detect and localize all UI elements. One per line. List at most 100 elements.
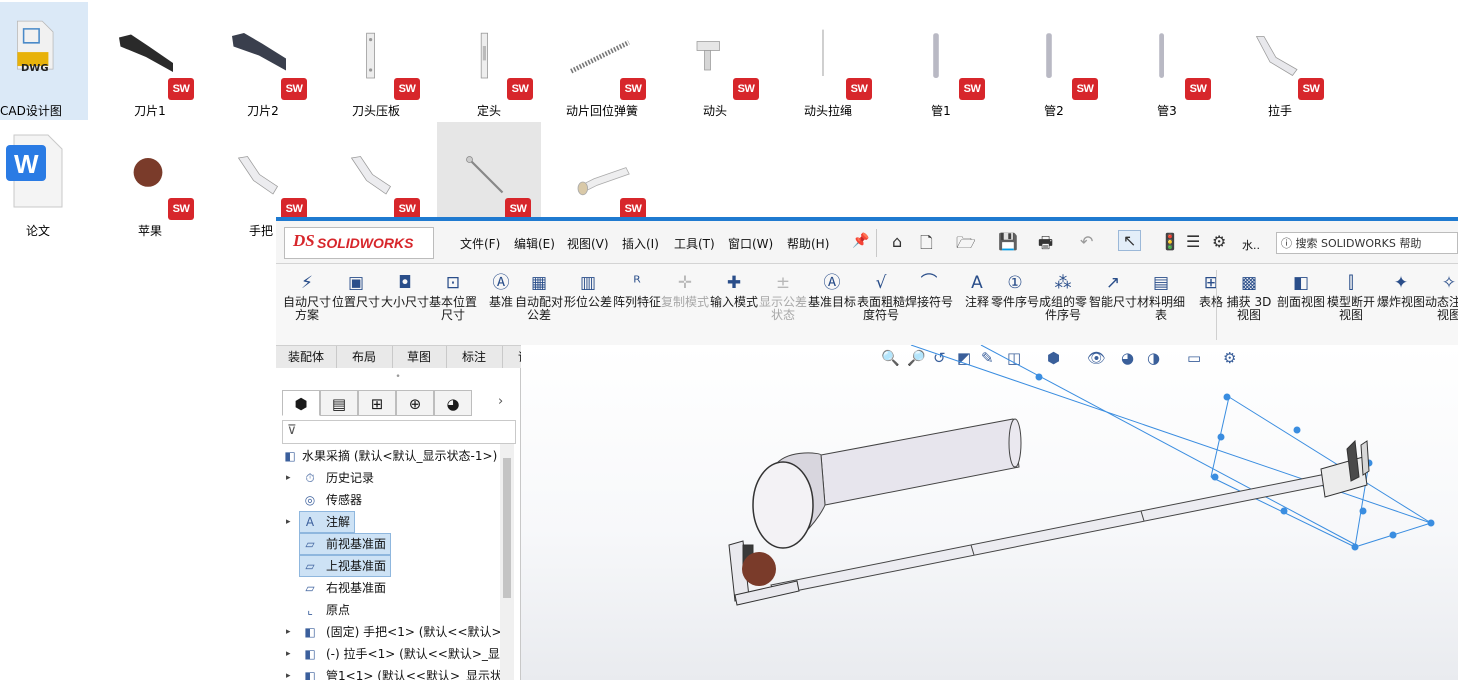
tool-dynamic-annotation-view[interactable]: ✧动态注解视图: [1424, 272, 1458, 321]
solidworks-badge-icon: SW: [168, 78, 194, 100]
tab-3[interactable]: 标注: [446, 346, 503, 368]
solidworks-logo[interactable]: DS SOLIDWORKS: [284, 227, 434, 259]
graphics-viewport[interactable]: 🔍 🔎 ↺ ◩ ✎ ◫ ⬢ 👁 ◕ ◑ ▭ ⚙: [521, 345, 1458, 680]
file-label: 拉手: [1267, 104, 1292, 118]
capture-3d-view-icon: ▩: [1240, 273, 1258, 293]
featuremanager-tab-icon[interactable]: ⬢: [282, 390, 320, 416]
desktop-file-tube3[interactable]: SW 管3: [1117, 2, 1217, 120]
menu-tools[interactable]: 工具(T): [674, 235, 715, 252]
funnel-part[interactable]: [752, 418, 1022, 549]
desktop-file-tube2[interactable]: SW 管2: [1004, 2, 1104, 120]
tool-balloon[interactable]: ① 零件序号: [990, 272, 1040, 309]
configuration-manager-tab-icon[interactable]: ⊞: [358, 390, 396, 416]
print-icon[interactable]: 🖶: [1038, 232, 1053, 259]
desktop-file-blade1[interactable]: SW 刀片1: [100, 2, 200, 120]
file-label: 管3: [1157, 104, 1177, 118]
tool-stacked-balloon[interactable]: ⁂ 成组的零件序号: [1038, 272, 1088, 321]
tool-label: 材料明细表: [1136, 295, 1185, 322]
desktop-file-rope[interactable]: SW 动头拉绳: [778, 2, 878, 120]
menu-insert[interactable]: 插入(I): [622, 235, 659, 252]
dimxpert-manager-tab-icon[interactable]: ⊕: [396, 390, 434, 416]
open-file-icon[interactable]: 🗁: [956, 232, 976, 259]
options-gear-icon[interactable]: ⚙: [1212, 232, 1226, 251]
tool-size-dimension[interactable]: ◘ 大小尺寸: [380, 272, 430, 309]
expand-arrow-icon[interactable]: ▸: [286, 622, 291, 642]
pin-icon[interactable]: 📌: [852, 233, 869, 249]
select-arrow-icon[interactable]: ↖: [1118, 230, 1142, 251]
tree-node-label: (固定) 手把<1> (默认<<默认>_: [326, 625, 508, 639]
tool-capture-3d-view[interactable]: ▩ 捕获 3D 视图: [1224, 272, 1274, 321]
desktop-file-blade2[interactable]: SW 刀片2: [213, 2, 313, 120]
expand-arrow-icon[interactable]: ▸: [286, 468, 291, 488]
tool-smart-dimension[interactable]: ↗ 智能尺寸: [1088, 272, 1138, 309]
tool-geometric-tolerance[interactable]: ▥ 形位公差: [563, 272, 613, 309]
tree-filter-input[interactable]: ⊽: [282, 420, 516, 444]
panel-grip-icon[interactable]: •: [276, 368, 520, 386]
part-thumbnail-icon: [366, 32, 375, 79]
desktop-file-tube1[interactable]: SW 管1: [891, 2, 991, 120]
chevron-right-icon[interactable]: ›: [498, 394, 503, 409]
tool-label: 表面粗糙度符号: [856, 295, 905, 322]
tool-show-tolerance-status[interactable]: ± 显示公差状态: [758, 272, 808, 321]
tool-section-view[interactable]: ◧ 剖面视图: [1276, 272, 1326, 309]
tree-vertical-scrollbar[interactable]: [500, 444, 514, 680]
desktop-file-cad[interactable]: CAD设计图 DWG: [0, 2, 88, 120]
tool-auto-dimension[interactable]: ⚡ 自动尺寸方案: [282, 272, 332, 321]
desktop-file-apple[interactable]: SW 苹果: [100, 122, 200, 240]
desktop-file-fixed-head[interactable]: SW 定头: [439, 2, 539, 120]
tool-import-scheme[interactable]: ✚ 输入模式: [709, 272, 759, 309]
section-view-icon: ◧: [1292, 273, 1310, 293]
home-icon[interactable]: ⌂: [892, 232, 902, 251]
tool-pattern-feature[interactable]: ᴿ 阵列特征: [612, 272, 662, 309]
tool-weld-symbol[interactable]: ⌒ 焊接符号: [904, 272, 954, 309]
tool-surface-finish[interactable]: √ 表面粗糙度符号: [856, 272, 906, 321]
assembly-model[interactable]: [521, 345, 1458, 680]
file-label: 刀头压板: [351, 104, 400, 118]
desktop-file-thesis[interactable]: W 论文: [0, 122, 88, 240]
tree-node-label: 历史记录: [326, 471, 375, 485]
new-file-icon[interactable]: 🗋: [920, 232, 933, 259]
tool-model-break-view[interactable]: ⫿ 模型断开视图: [1326, 272, 1376, 321]
solidworks-badge-icon: SW: [733, 78, 759, 100]
tab-1[interactable]: 布局: [336, 346, 393, 368]
tool-bom[interactable]: ▤ 材料明细表: [1136, 272, 1186, 321]
tool-location-dimension[interactable]: ▣ 位置尺寸: [331, 272, 381, 309]
part-thumbnail-icon: [822, 29, 824, 76]
desktop-file-pull-handle[interactable]: SW 拉手: [1230, 2, 1330, 120]
tab-0[interactable]: 装配体: [276, 346, 337, 368]
undo-icon[interactable]: ↶: [1080, 232, 1093, 251]
desktop-file-blade-plate[interactable]: SW 刀头压板: [326, 2, 426, 120]
tool-label: 基本位置尺寸: [428, 295, 477, 322]
tool-basic-location[interactable]: ⊡ 基本位置尺寸: [428, 272, 478, 321]
tab-2[interactable]: 草图: [392, 346, 447, 368]
tool-exploded-view[interactable]: ✦ 爆炸视图: [1376, 272, 1426, 309]
menu-window[interactable]: 窗口(W): [728, 235, 773, 252]
menu-help[interactable]: 帮助(H): [787, 235, 829, 252]
command-manager: ⚡ 自动尺寸方案 ▣ 位置尺寸 ◘ 大小尺寸 ⊡ 基本位置尺寸 Ⓐ 基准 ▦ 自动配对公差 ▥ 形位公差 ᴿ…: [276, 264, 1458, 345]
show-tolerance-status-icon: ±: [775, 273, 791, 293]
part-thumbnail-icon: [570, 40, 630, 74]
desktop-file-moving-head[interactable]: SW 动头: [665, 2, 765, 120]
tool-copy-scheme[interactable]: ✛ 复制模式: [660, 272, 710, 309]
menu-edit[interactable]: 编辑(E): [514, 235, 555, 252]
cutter-head-part[interactable]: [1320, 439, 1370, 498]
part-thumbnail-icon: [933, 33, 939, 78]
save-icon[interactable]: 💾: [998, 232, 1018, 251]
menu-file[interactable]: 文件(F): [460, 235, 500, 252]
solidworks-badge-icon: SW: [281, 78, 307, 100]
expand-arrow-icon[interactable]: ▸: [286, 666, 291, 680]
display-manager-tab-icon[interactable]: ◕: [434, 390, 472, 416]
part-thumbnail-icon: [480, 32, 488, 79]
rebuild-icon[interactable]: 🚦: [1160, 232, 1180, 251]
scrollbar-thumb[interactable]: [503, 458, 511, 598]
search-help-input[interactable]: ⓘ 搜索 SOLIDWORKS 帮助: [1276, 232, 1458, 254]
property-manager-tab-icon[interactable]: ▤: [320, 390, 358, 416]
expand-arrow-icon[interactable]: ▸: [286, 512, 291, 532]
expand-arrow-icon[interactable]: ▸: [286, 644, 291, 664]
apple-part[interactable]: [742, 552, 776, 586]
file-properties-icon[interactable]: ☰: [1186, 232, 1200, 251]
desktop-file-spring[interactable]: SW 动片回位弹簧: [552, 2, 652, 120]
tool-auto-pair-tolerance[interactable]: ▦ 自动配对公差: [514, 272, 564, 321]
menu-view[interactable]: 视图(V): [567, 235, 609, 252]
tool-datum-target[interactable]: Ⓐ 基准目标: [807, 272, 857, 309]
